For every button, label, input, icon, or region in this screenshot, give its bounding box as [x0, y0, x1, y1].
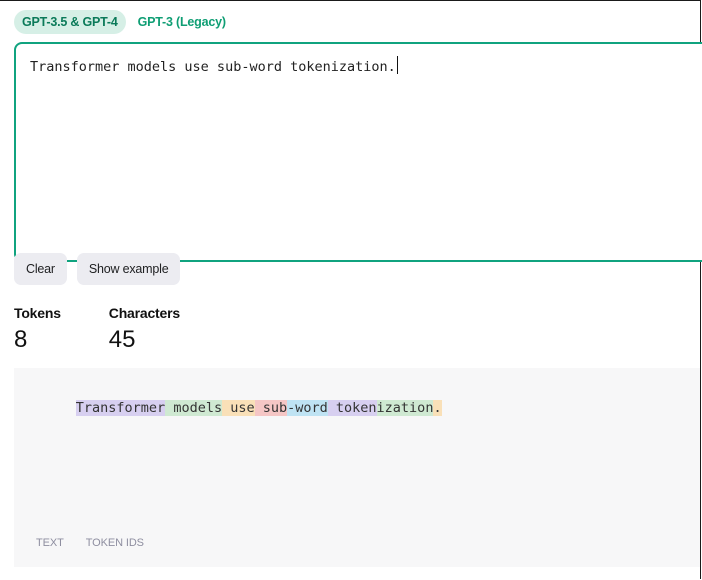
- token-chip: models: [165, 400, 223, 416]
- tokens-label: Tokens: [14, 305, 61, 321]
- text-caret: [396, 56, 398, 74]
- tab-text-view[interactable]: TEXT: [36, 537, 64, 549]
- token-chip: ization: [376, 400, 434, 416]
- token-chip: .: [433, 400, 442, 416]
- text-input[interactable]: Transformer models use sub-word tokeniza…: [14, 42, 702, 262]
- tokens-count: 8: [14, 326, 28, 353]
- token-chip: use: [222, 400, 255, 416]
- token-chip: -word: [287, 400, 328, 416]
- text-input-value: Transformer models use sub-word tokeniza…: [30, 59, 396, 75]
- tokenizer-panel: GPT-3.5 & GPT-4 GPT-3 (Legacy) Transform…: [0, 0, 702, 579]
- show-example-button[interactable]: Show example: [76, 253, 181, 285]
- token-stats: Tokens 8 Characters 45: [14, 304, 180, 355]
- tab-gpt-3-legacy[interactable]: GPT-3 (Legacy): [130, 10, 234, 34]
- tab-token-ids-view[interactable]: TOKEN IDS: [86, 537, 144, 549]
- action-buttons: Clear Show example: [14, 253, 181, 285]
- characters-label: Characters: [108, 305, 180, 321]
- tab-gpt-3-5-gpt-4[interactable]: GPT-3.5 & GPT-4: [14, 10, 126, 34]
- token-chip: token: [327, 400, 377, 416]
- tokens-stat: Tokens 8: [14, 304, 61, 355]
- token-chip: sub: [254, 400, 288, 416]
- characters-count: 45: [108, 326, 136, 353]
- output-view-tabs: TEXT TOKEN IDS: [36, 537, 144, 549]
- clear-button[interactable]: Clear: [14, 253, 67, 285]
- characters-stat: Characters 45: [109, 304, 180, 355]
- model-tabs: GPT-3.5 & GPT-4 GPT-3 (Legacy): [14, 10, 234, 34]
- tokenized-output: Transformer models use sub-word tokeniza…: [14, 368, 700, 567]
- token-list: Transformer models use sub-word tokeniza…: [27, 381, 442, 435]
- token-chip: Transformer: [75, 400, 166, 416]
